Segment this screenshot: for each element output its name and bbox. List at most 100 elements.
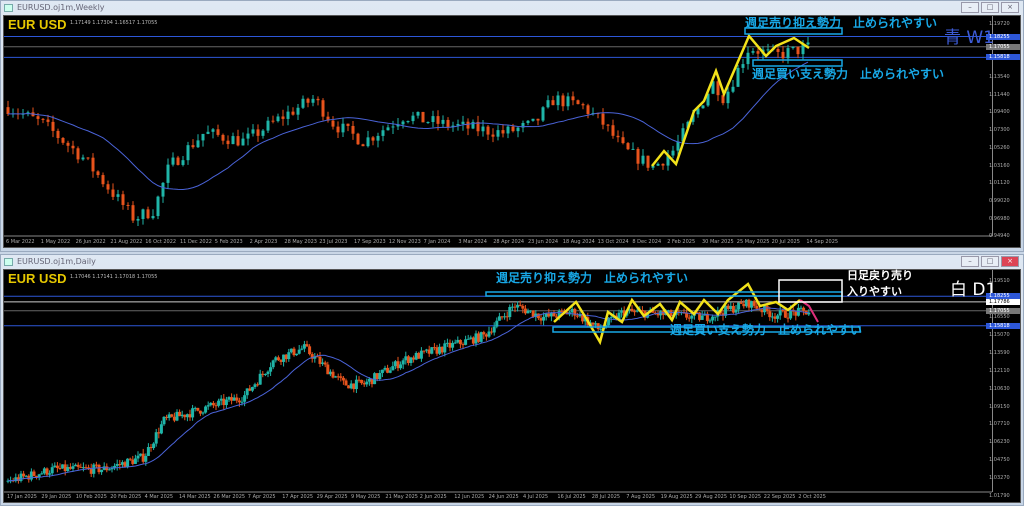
candle-body bbox=[399, 364, 403, 369]
candle-body bbox=[591, 322, 595, 325]
time-axis-label: 26 Mar 2025 bbox=[213, 494, 246, 500]
candle-body bbox=[161, 182, 165, 197]
candle-body bbox=[40, 473, 44, 475]
candle-body bbox=[396, 361, 400, 369]
ohlc-readout: 1.17149 1.17304 1.16517 1.17055 bbox=[70, 20, 158, 26]
candle-body bbox=[760, 309, 764, 313]
candle-body bbox=[226, 140, 230, 145]
candle-body bbox=[41, 118, 45, 120]
candle-body bbox=[79, 466, 83, 468]
symbol-label: EUR USD bbox=[8, 271, 67, 286]
support-annotation: 週足買い支え勢力 止められやすい bbox=[670, 323, 863, 337]
candle-body bbox=[151, 216, 155, 219]
candle-body bbox=[594, 323, 598, 325]
candle-body bbox=[246, 133, 250, 139]
candle-body bbox=[216, 129, 220, 135]
candle-body bbox=[362, 383, 366, 385]
candle-body bbox=[546, 100, 550, 108]
minimize-button[interactable]: – bbox=[961, 256, 979, 267]
candle-body bbox=[750, 301, 754, 308]
candle-body bbox=[687, 317, 691, 319]
close-button[interactable]: × bbox=[1001, 256, 1019, 267]
candle-body bbox=[101, 175, 105, 185]
candle-body bbox=[131, 459, 135, 464]
candle-body bbox=[96, 171, 100, 176]
candle-body bbox=[198, 410, 202, 414]
candle-body bbox=[641, 155, 645, 164]
candle-body bbox=[271, 360, 275, 368]
candle-body bbox=[556, 95, 560, 106]
sell-note-line1: 日足戻り売り bbox=[847, 269, 913, 282]
weekly-price-chart[interactable]: EUR USD 1.17149 1.17304 1.16517 1.17055 … bbox=[3, 15, 1021, 248]
candle-body bbox=[445, 342, 449, 344]
candle-body bbox=[188, 414, 192, 418]
candle-body bbox=[141, 209, 145, 219]
candle-body bbox=[126, 204, 130, 206]
time-axis-label: 30 Mar 2025 bbox=[702, 239, 734, 245]
candle-body bbox=[731, 86, 735, 92]
time-axis-label: 29 Apr 2025 bbox=[316, 494, 348, 500]
minimize-button[interactable]: – bbox=[961, 2, 979, 13]
time-axis-label: 21 May 2025 bbox=[385, 494, 418, 500]
candle-body bbox=[175, 411, 179, 421]
candle-body bbox=[630, 308, 634, 312]
candle-body bbox=[66, 142, 70, 146]
candle-body bbox=[474, 333, 478, 344]
close-button[interactable]: × bbox=[1001, 2, 1019, 13]
candle-body bbox=[66, 467, 70, 472]
candle-body bbox=[157, 432, 161, 434]
candle-body bbox=[783, 310, 787, 318]
candle-body bbox=[94, 464, 98, 466]
candle-body bbox=[391, 366, 395, 371]
resistance-annotation: 週足売り抑え勢力 止められやすい bbox=[745, 16, 938, 30]
candle-body bbox=[778, 310, 782, 316]
candle-body bbox=[166, 164, 170, 183]
candle-body bbox=[269, 367, 273, 372]
window-titlebar[interactable]: EURUSD.oj1m,Weekly – □ × bbox=[1, 1, 1023, 15]
candle-body bbox=[311, 98, 315, 103]
candle-body bbox=[726, 305, 730, 309]
candle-body bbox=[360, 379, 364, 384]
candle-body bbox=[276, 357, 280, 361]
candle-body bbox=[68, 467, 72, 469]
candle-body bbox=[731, 305, 735, 313]
candle-body bbox=[116, 194, 120, 197]
candle-body bbox=[367, 378, 371, 382]
candle-body bbox=[747, 299, 751, 308]
candle-body bbox=[734, 309, 738, 313]
candle-body bbox=[53, 465, 57, 468]
weekly-chart-window[interactable]: EURUSD.oj1m,Weekly – □ × EUR USD 1.17149 1… bbox=[0, 0, 1024, 252]
candle-body bbox=[253, 384, 257, 388]
maximize-button[interactable]: □ bbox=[981, 256, 999, 267]
time-axis-label: 19 Aug 2025 bbox=[660, 494, 693, 500]
candle-body bbox=[393, 361, 397, 367]
candle-body bbox=[92, 464, 96, 474]
candle-body bbox=[570, 308, 574, 313]
daily-price-chart[interactable]: EUR USD 1.17046 1.17141 1.17018 1.17055 … bbox=[3, 269, 1021, 503]
candle-body bbox=[107, 469, 111, 471]
candle-body bbox=[146, 209, 150, 219]
candle-body bbox=[770, 316, 774, 318]
time-axis-label: 3 Mar 2024 bbox=[458, 239, 487, 245]
time-axis-label: 7 Aug 2025 bbox=[626, 494, 656, 500]
candle-body bbox=[518, 304, 522, 306]
candle-body bbox=[739, 302, 743, 304]
time-axis-label: 10 Sep 2025 bbox=[729, 494, 762, 500]
candle-body bbox=[381, 130, 385, 136]
candle-body bbox=[126, 458, 130, 468]
candle-body bbox=[354, 379, 358, 390]
time-axis-label: 23 Jul 2023 bbox=[319, 239, 348, 245]
candle-body bbox=[227, 397, 231, 400]
candle-body bbox=[206, 131, 210, 134]
daily-chart-window[interactable]: EURUSD.oj1m,Daily – □ × EUR USD 1.17046 1.… bbox=[0, 254, 1024, 506]
candle-body bbox=[513, 306, 517, 308]
candle-body bbox=[425, 349, 429, 351]
candle-body bbox=[503, 316, 507, 318]
sell-zone-box bbox=[778, 279, 843, 303]
candle-body bbox=[542, 316, 546, 321]
candle-body bbox=[289, 348, 293, 353]
candle-body bbox=[497, 316, 501, 321]
time-axis-label: 5 Feb 2023 bbox=[214, 239, 243, 245]
maximize-button[interactable]: □ bbox=[981, 2, 999, 13]
candle-body bbox=[729, 305, 733, 309]
